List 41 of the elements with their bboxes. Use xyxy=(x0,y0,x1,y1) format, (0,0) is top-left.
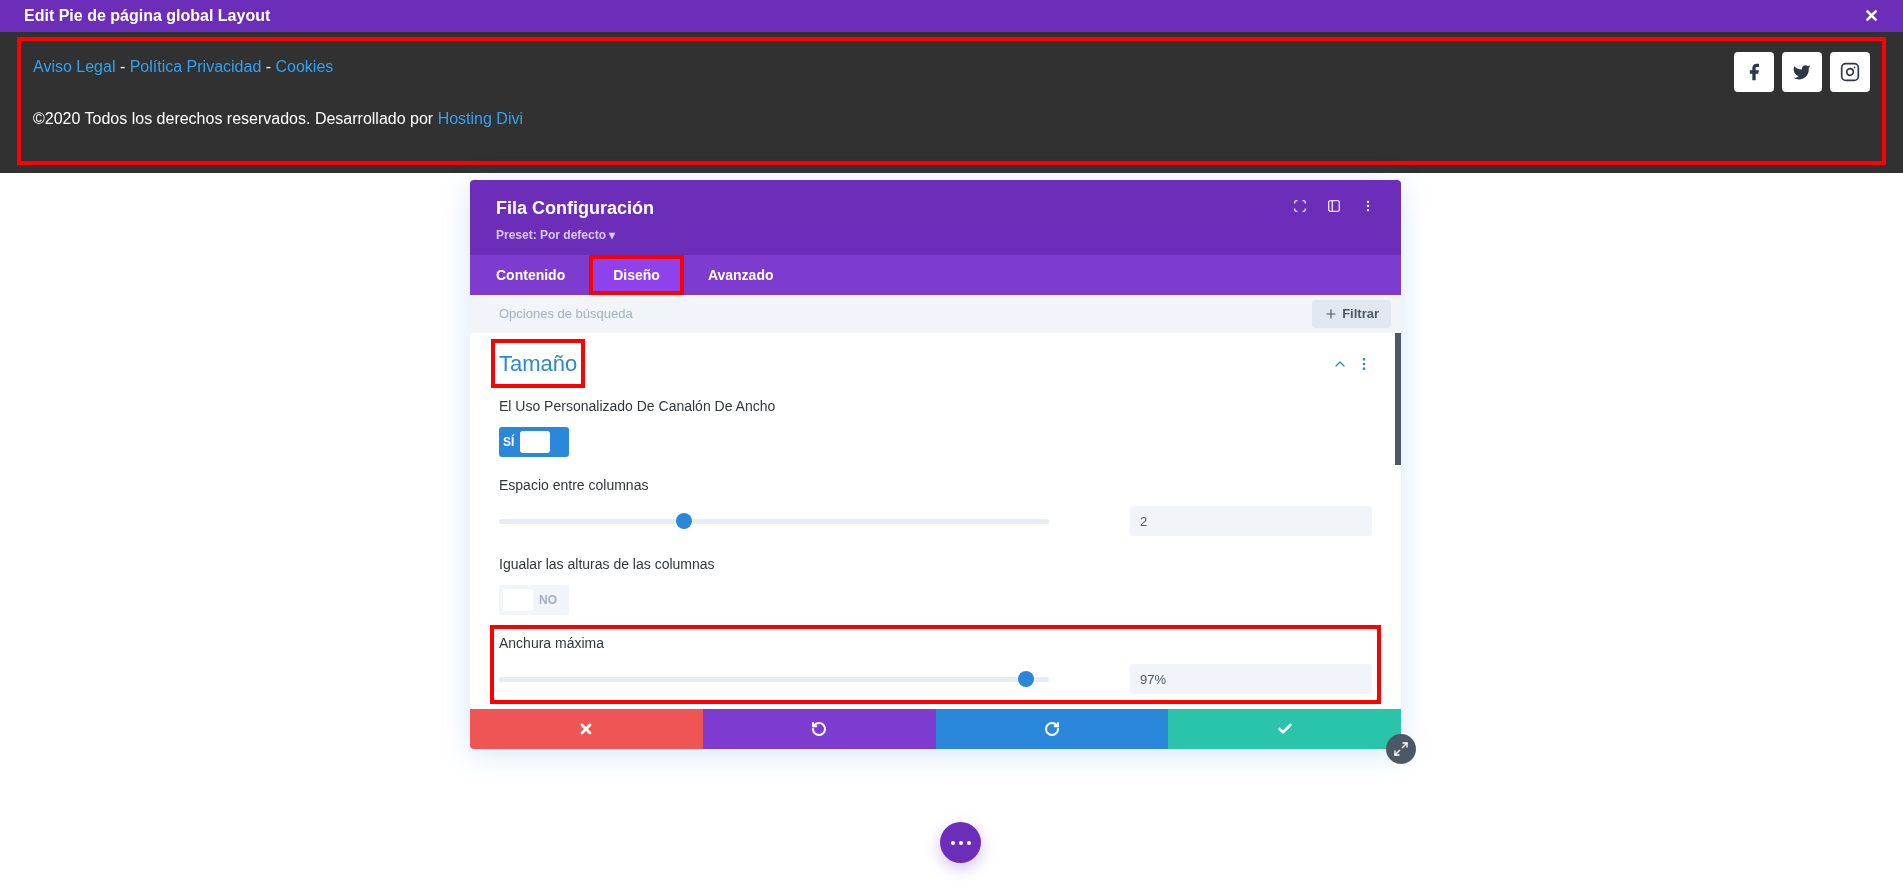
footer-link[interactable]: Cookies xyxy=(275,55,334,79)
footer-link[interactable]: Aviso Legal xyxy=(33,55,116,79)
section-title[interactable]: Tamaño xyxy=(499,347,578,380)
social-link[interactable] xyxy=(1734,52,1774,92)
resize-icon xyxy=(1393,741,1409,757)
setting-label: Espacio entre columnas xyxy=(499,476,650,495)
value-field[interactable]: 97% xyxy=(1130,664,1372,694)
undo-icon xyxy=(811,721,828,737)
setting-label: El Uso Personalizado De Canalón De Ancho xyxy=(499,397,777,416)
modal-title: Fila Configuración xyxy=(496,197,654,220)
camera-icon xyxy=(1840,62,1860,82)
value-field[interactable]: 2 xyxy=(1130,506,1372,536)
bird-icon xyxy=(1792,62,1812,82)
check-icon xyxy=(1276,721,1293,737)
filter-button[interactable]: Filtrar xyxy=(1312,300,1391,328)
more-options-button[interactable] xyxy=(940,822,981,863)
footer-link[interactable]: Política Privacidad xyxy=(129,55,262,79)
footer-link[interactable]: Hosting Divi xyxy=(437,110,523,127)
search-field[interactable]: Opciones de búsqueda xyxy=(499,304,899,324)
panel-icon[interactable] xyxy=(1327,199,1341,213)
fullscreen-icon[interactable] xyxy=(1293,199,1307,213)
tab[interactable]: Avanzado xyxy=(683,255,798,295)
social-link[interactable] xyxy=(1830,52,1870,92)
setting-label: Igualar las alturas de las columnas xyxy=(499,555,716,574)
close-button[interactable]: ✕ xyxy=(1864,2,1879,30)
dots-icon xyxy=(950,840,971,845)
copyright-text: ©2020 Todos los derechos reservados. Desarrollado por Hosting Divi xyxy=(33,109,523,129)
redo-icon xyxy=(1043,721,1060,737)
plus-icon xyxy=(1324,307,1339,321)
social-link[interactable] xyxy=(1782,52,1822,92)
toggle-knob xyxy=(520,431,551,453)
window-title: Edit Pie de página global Layout xyxy=(24,6,271,26)
preset-dropdown[interactable]: Preset: Por defecto ▾ xyxy=(496,226,654,244)
separator-text: - xyxy=(118,57,127,77)
toggle-switch[interactable]: SÍ xyxy=(499,427,569,457)
separator-text: - xyxy=(264,57,273,77)
resize-handle[interactable] xyxy=(1386,734,1416,764)
slider-handle[interactable] xyxy=(675,513,692,529)
tab[interactable]: Contenido xyxy=(472,255,590,295)
slider-handle[interactable] xyxy=(1017,671,1034,687)
setting-label: Anchura máxima xyxy=(499,634,606,653)
